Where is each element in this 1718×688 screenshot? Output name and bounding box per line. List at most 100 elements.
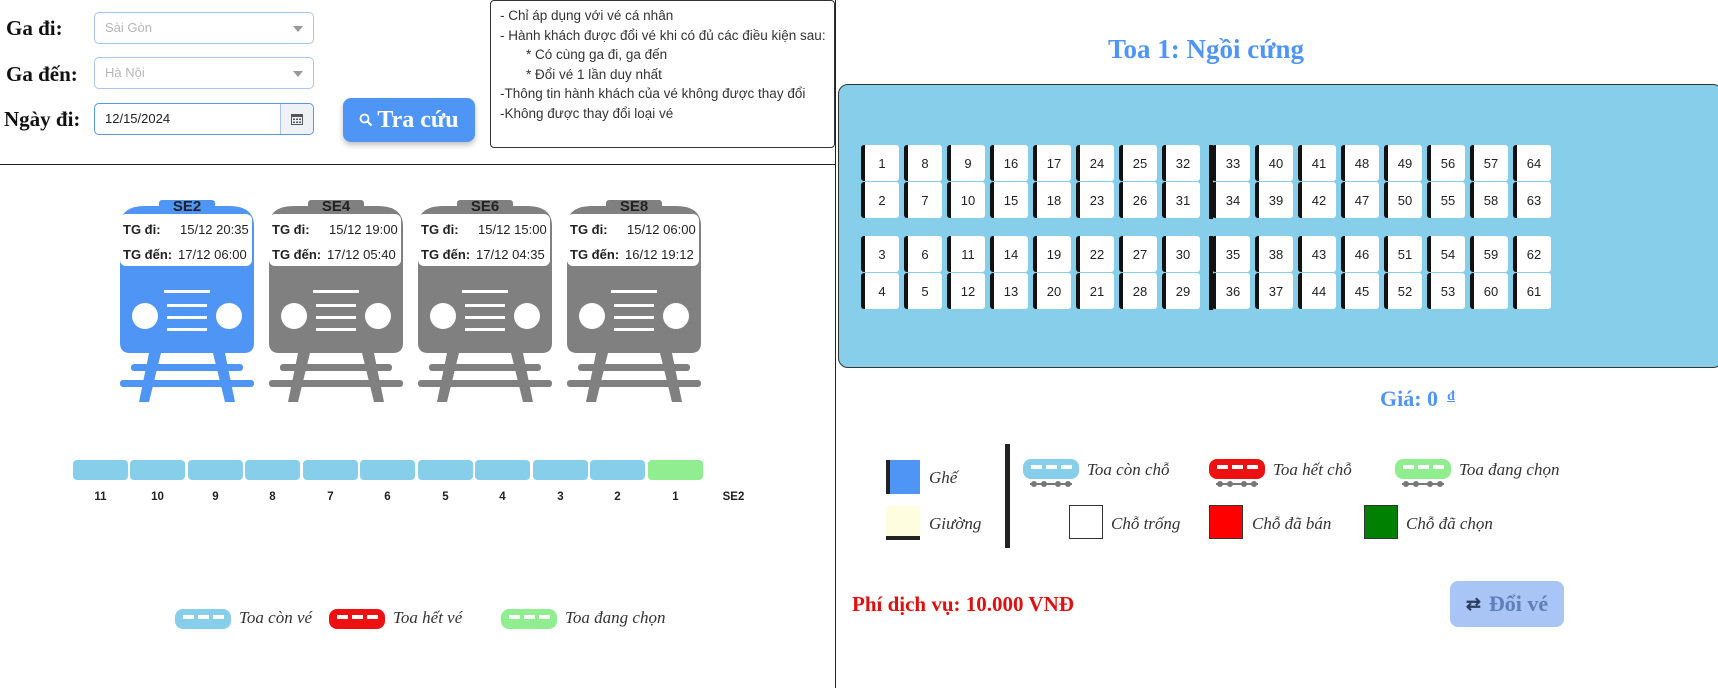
seat-button[interactable]: 33 <box>1212 145 1250 181</box>
seat-button[interactable]: 8 <box>904 145 942 181</box>
coach-5[interactable] <box>418 460 473 480</box>
calendar-button[interactable] <box>280 104 313 134</box>
coach-selected-icon <box>1395 459 1451 487</box>
seat-button[interactable]: 64 <box>1513 145 1551 181</box>
seat-button[interactable]: 40 <box>1255 145 1293 181</box>
seat-button[interactable]: 35 <box>1212 236 1250 272</box>
seat-button[interactable]: 4 <box>861 273 899 309</box>
seat-map: 1 8 9 16 17 24 25 32 33 40 41 48 49 56 57 64 2 7 10 15 18 23 2… <box>838 84 1718 368</box>
seat-button[interactable]: 11 <box>947 236 985 272</box>
seat-button[interactable]: 30 <box>1162 236 1200 272</box>
departure-time: 15/12 15:00 <box>478 222 547 237</box>
seat-button[interactable]: 50 <box>1384 182 1422 218</box>
legend-bed: Giường <box>929 514 982 533</box>
coach-3[interactable] <box>533 460 588 480</box>
seat-button[interactable]: 63 <box>1513 182 1551 218</box>
date-field[interactable]: 12/15/2024 <box>94 103 314 135</box>
rule-text: * Có cùng ga đi, ga đến <box>526 47 668 62</box>
seat-button[interactable]: 2 <box>861 182 899 218</box>
seat-button[interactable]: 5 <box>904 273 942 309</box>
seat-button[interactable]: 18 <box>1033 182 1071 218</box>
coach-label: 2 <box>614 491 621 503</box>
coach-title: Toa 1: Ngồi cứng <box>1108 34 1304 64</box>
train-card-se6[interactable]: SE6 TG đi: 15/12 15:00 TG đến: 17/12 04:… <box>415 198 555 408</box>
seat-button[interactable]: 29 <box>1162 273 1200 309</box>
seat-button[interactable]: 13 <box>990 273 1028 309</box>
seat-button[interactable]: 20 <box>1033 273 1071 309</box>
seat-button[interactable]: 53 <box>1427 273 1465 309</box>
seat-button[interactable]: 44 <box>1298 273 1336 309</box>
seat-button[interactable]: 46 <box>1341 236 1379 272</box>
seat-button[interactable]: 28 <box>1119 273 1157 309</box>
seat-button[interactable]: 14 <box>990 236 1028 272</box>
seat-button[interactable]: 48 <box>1341 145 1379 181</box>
seat-button[interactable]: 25 <box>1119 145 1157 181</box>
coach-10[interactable] <box>130 460 185 480</box>
departure-time: 15/12 06:00 <box>627 222 696 237</box>
seat-button[interactable]: 24 <box>1076 145 1114 181</box>
arrival-label: TG đến: <box>123 247 173 262</box>
seat-button[interactable]: 58 <box>1470 182 1508 218</box>
seat-button[interactable]: 32 <box>1162 145 1200 181</box>
seat-button[interactable]: 59 <box>1470 236 1508 272</box>
coach-8[interactable] <box>245 460 300 480</box>
seat-button[interactable]: 36 <box>1212 273 1250 309</box>
price-label: Giá: 0 <box>1380 386 1439 411</box>
train-card-se4[interactable]: SE4 TG đi: 15/12 19:00 TG đến: 17/12 05:… <box>266 198 406 408</box>
seat-button[interactable]: 56 <box>1427 145 1465 181</box>
coach-2[interactable] <box>590 460 645 480</box>
seat-button[interactable]: 16 <box>990 145 1028 181</box>
seat-button[interactable]: 37 <box>1255 273 1293 309</box>
exchange-ticket-button[interactable]: ⇄ Đổi vé <box>1450 581 1564 627</box>
seat-button[interactable]: 47 <box>1341 182 1379 218</box>
seat-button[interactable]: 22 <box>1076 236 1114 272</box>
to-select[interactable]: Hà Nội <box>94 57 314 89</box>
coach-1[interactable] <box>648 460 703 480</box>
from-select[interactable]: Sài Gòn <box>94 12 314 44</box>
rule-text: -Thông tin hành khách của vé không được … <box>500 86 806 101</box>
seat-button[interactable]: 31 <box>1162 182 1200 218</box>
seat-button[interactable]: 15 <box>990 182 1028 218</box>
seat-button[interactable]: 62 <box>1513 236 1551 272</box>
calendar-icon <box>291 114 303 125</box>
seat-button[interactable]: 7 <box>904 182 942 218</box>
seat-button[interactable]: 57 <box>1470 145 1508 181</box>
seat-button[interactable]: 23 <box>1076 182 1114 218</box>
seat-button[interactable]: 1 <box>861 145 899 181</box>
vertical-divider <box>835 0 836 688</box>
seat-button[interactable]: 12 <box>947 273 985 309</box>
legend-coach-available: Toa còn vé <box>239 608 313 627</box>
seat-button[interactable]: 42 <box>1298 182 1336 218</box>
seat-button[interactable]: 43 <box>1298 236 1336 272</box>
coach-4[interactable] <box>475 460 530 480</box>
seat-button[interactable]: 26 <box>1119 182 1157 218</box>
seat-button[interactable]: 39 <box>1255 182 1293 218</box>
seat-button[interactable]: 55 <box>1427 182 1465 218</box>
seat-button[interactable]: 52 <box>1384 273 1422 309</box>
seat-button[interactable]: 61 <box>1513 273 1551 309</box>
seat-button[interactable]: 27 <box>1119 236 1157 272</box>
seat-button[interactable]: 19 <box>1033 236 1071 272</box>
seat-button[interactable]: 54 <box>1427 236 1465 272</box>
seat-button[interactable]: 51 <box>1384 236 1422 272</box>
search-button[interactable]: Tra cứu <box>343 98 475 142</box>
rule-text: - Chỉ áp dụng với vé cá nhân <box>500 8 674 23</box>
seat-button[interactable]: 17 <box>1033 145 1071 181</box>
train-card-se2[interactable]: SE2 TG đi: 15/12 20:35 TG đến: 17/12 06:… <box>117 198 257 408</box>
seat-button[interactable]: 21 <box>1076 273 1114 309</box>
seat-button[interactable]: 10 <box>947 182 985 218</box>
train-card-se8[interactable]: SE8 TG đi: 15/12 06:00 TG đến: 16/12 19:… <box>564 198 704 408</box>
seat-button[interactable]: 41 <box>1298 145 1336 181</box>
coach-7[interactable] <box>303 460 358 480</box>
seat-button[interactable]: 34 <box>1212 182 1250 218</box>
seat-button[interactable]: 49 <box>1384 145 1422 181</box>
seat-button[interactable]: 3 <box>861 236 899 272</box>
coach-6[interactable] <box>360 460 415 480</box>
seat-button[interactable]: 38 <box>1255 236 1293 272</box>
coach-9[interactable] <box>188 460 243 480</box>
seat-button[interactable]: 9 <box>947 145 985 181</box>
seat-button[interactable]: 6 <box>904 236 942 272</box>
seat-button[interactable]: 60 <box>1470 273 1508 309</box>
seat-button[interactable]: 45 <box>1341 273 1379 309</box>
coach-11[interactable] <box>73 460 128 480</box>
